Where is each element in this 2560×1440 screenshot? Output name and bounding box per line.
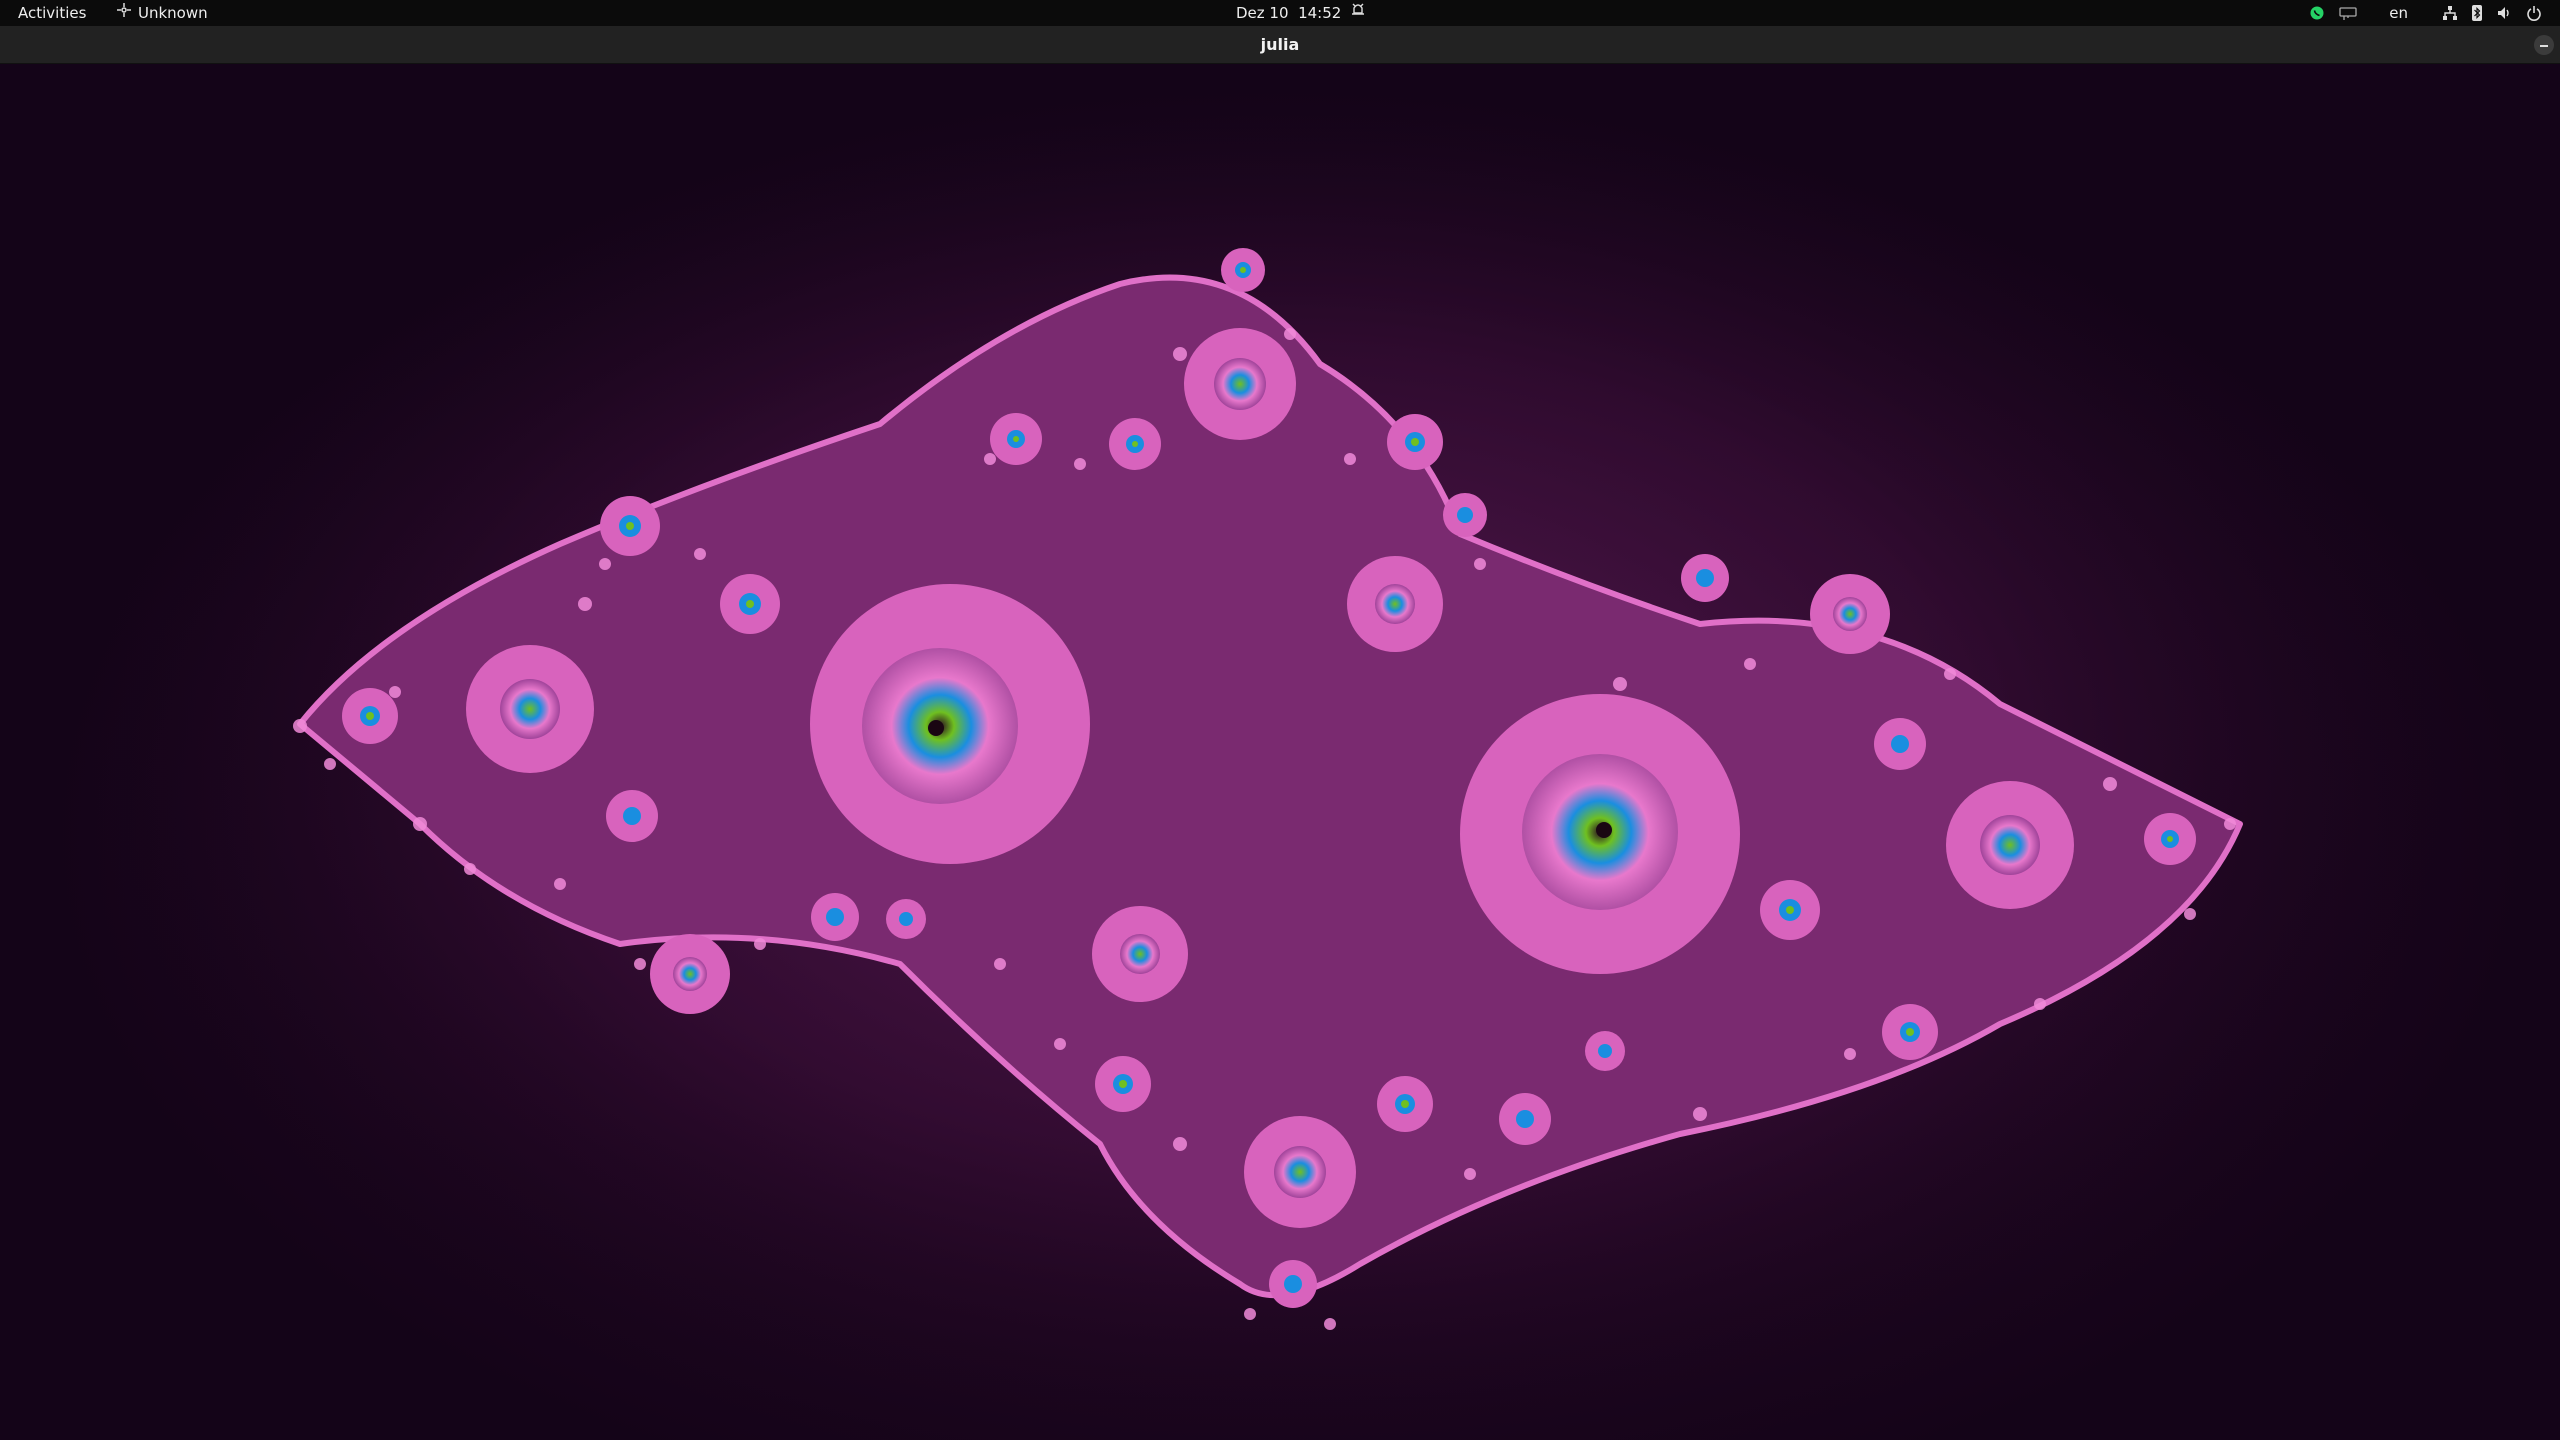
system-tray[interactable]: en — [2295, 0, 2542, 26]
spiral-large-right — [1460, 694, 1740, 974]
window-title: julia — [1260, 35, 1300, 54]
alarm-icon — [1351, 0, 1365, 26]
bluetooth-icon[interactable] — [2472, 5, 2482, 21]
julia-set-render — [90, 74, 2450, 1434]
minimize-button[interactable] — [2534, 35, 2554, 55]
clock-time: 14:52 — [1298, 4, 1342, 22]
keyboard-icon[interactable] — [2339, 5, 2357, 21]
whatsapp-icon[interactable] — [2309, 5, 2325, 21]
fractal-canvas[interactable] — [0, 64, 2560, 1440]
window-titlebar[interactable]: julia — [0, 26, 2560, 64]
clock[interactable]: Dez 10 14:52 — [1236, 0, 1365, 26]
spiral-large-left — [810, 584, 1090, 864]
power-icon[interactable] — [2526, 5, 2542, 21]
minimize-icon — [2540, 45, 2548, 47]
top-bar: Activities Unknown Dez 10 14:52 en — [0, 0, 2560, 26]
app-name: Unknown — [138, 4, 208, 22]
app-menu[interactable]: Unknown — [116, 0, 208, 26]
language-indicator[interactable]: en — [2389, 0, 2408, 26]
clock-date: Dez 10 — [1236, 4, 1289, 22]
network-icon[interactable] — [2442, 5, 2458, 21]
activities-button[interactable]: Activities — [18, 0, 86, 26]
volume-icon[interactable] — [2496, 5, 2512, 21]
app-icon — [116, 0, 132, 26]
